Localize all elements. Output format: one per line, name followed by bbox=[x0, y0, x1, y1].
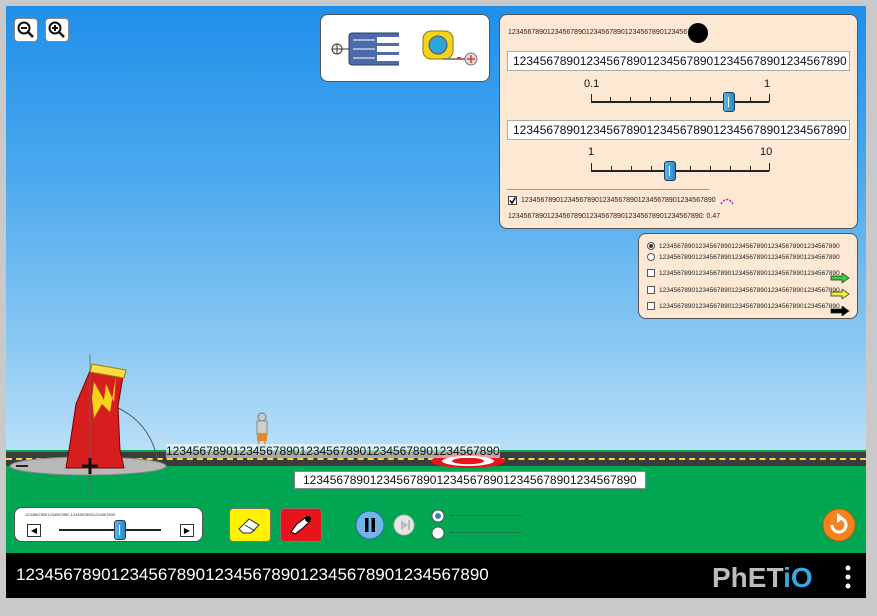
tracer-tool-icon[interactable] bbox=[329, 29, 399, 69]
eraser-button[interactable] bbox=[229, 508, 271, 542]
measuring-tape-icon[interactable] bbox=[421, 27, 481, 69]
zoom-out-button[interactable] bbox=[14, 18, 38, 42]
vector-option-label: 1234567890123456789012345678901234567890… bbox=[659, 269, 840, 277]
toolbox bbox=[320, 14, 490, 82]
phetio-logo[interactable]: PhETiO bbox=[712, 562, 813, 594]
checkbox[interactable] bbox=[647, 302, 655, 310]
navigation-bar: 1234567890123456789012345678901234567890… bbox=[6, 553, 866, 598]
projectile-ball-icon bbox=[688, 23, 708, 43]
range-label: 1234567890123456789012345678901234567890… bbox=[294, 471, 646, 489]
air-resistance-label: 1234567890123456789012345678901234567890… bbox=[521, 197, 716, 204]
fire-button[interactable] bbox=[280, 508, 322, 542]
sim-title: 1234567890123456789012345678901234567890… bbox=[16, 565, 489, 584]
black-arrow-icon bbox=[830, 306, 850, 316]
vector-checkbox-row-velocity[interactable]: 1234567890123456789012345678901234567890… bbox=[647, 269, 840, 277]
vector-option-label: 1234567890123456789012345678901234567890… bbox=[659, 242, 840, 250]
speed-slider-thumb[interactable] bbox=[114, 520, 126, 540]
radio-button[interactable] bbox=[647, 242, 655, 250]
reset-all-button[interactable] bbox=[822, 508, 856, 542]
yellow-arrow-icon bbox=[830, 289, 850, 299]
vector-radio-row-1[interactable]: 1234567890123456789012345678901234567890… bbox=[647, 242, 840, 250]
checkbox-checked-icon[interactable] bbox=[508, 196, 517, 205]
green-arrow-icon bbox=[830, 273, 850, 283]
vectors-panel: 1234567890123456789012345678901234567890… bbox=[638, 233, 858, 319]
cannon-fire-icon bbox=[290, 516, 311, 535]
slider1-thumb[interactable] bbox=[723, 92, 735, 112]
vector-option-label: 1234567890123456789012345678901234567890… bbox=[659, 286, 840, 294]
zoom-out-icon bbox=[17, 21, 34, 38]
slider1-track bbox=[591, 101, 769, 103]
checkbox[interactable] bbox=[647, 286, 655, 294]
vector-checkbox-row-acceleration[interactable]: 1234567890123456789012345678901234567890… bbox=[647, 286, 840, 294]
drag-coefficient-readout: 1234567890123456789012345678901234567890… bbox=[508, 213, 721, 220]
speed-slow-line bbox=[451, 532, 521, 533]
brand-text: PhET bbox=[712, 562, 784, 593]
decrement-button[interactable]: ◀ bbox=[27, 524, 41, 537]
speed-radio-group[interactable] bbox=[430, 508, 446, 542]
vector-checkbox-row-force[interactable]: 1234567890123456789012345678901234567890… bbox=[647, 302, 840, 310]
radio-button[interactable] bbox=[647, 253, 655, 261]
divider bbox=[507, 189, 709, 190]
slider2-track bbox=[591, 170, 769, 172]
air-resistance-icon bbox=[720, 198, 734, 204]
cannon[interactable] bbox=[6, 354, 206, 494]
menu-kebab-icon[interactable] bbox=[844, 565, 852, 589]
checkbox[interactable] bbox=[647, 269, 655, 277]
initial-speed-panel: 12345678901234567890 1234567890123456789… bbox=[14, 507, 203, 542]
projectile-settings-panel: 1234567890123456789012345678901234567890… bbox=[499, 14, 858, 229]
pause-button[interactable] bbox=[355, 510, 385, 540]
sim-screen: 1234567890123456789012345678901234567890… bbox=[6, 6, 866, 598]
mass-dropdown[interactable]: 1234567890123456789012345678901234567890… bbox=[507, 51, 850, 71]
speed-normal-line bbox=[451, 515, 521, 516]
projectile-type-label: 1234567890123456789012345678901234567890… bbox=[508, 29, 703, 36]
vector-option-label: 1234567890123456789012345678901234567890… bbox=[659, 253, 840, 261]
eraser-icon bbox=[238, 518, 260, 534]
slider2-thumb[interactable] bbox=[664, 161, 676, 181]
zoom-in-button[interactable] bbox=[45, 18, 69, 42]
vector-option-label: 1234567890123456789012345678901234567890… bbox=[659, 302, 840, 310]
step-forward-button[interactable] bbox=[393, 514, 415, 536]
slider2-max-label: 10 bbox=[760, 146, 773, 158]
diameter-dropdown[interactable]: 1234567890123456789012345678901234567890… bbox=[507, 120, 850, 140]
speed-slider-track bbox=[59, 529, 161, 531]
vector-radio-row-2[interactable]: 1234567890123456789012345678901234567890… bbox=[647, 253, 840, 261]
slider1-min-label: 0.1 bbox=[584, 78, 600, 90]
brand-suffix: iO bbox=[783, 562, 813, 593]
height-label: 1234567890123456789012345678901234567890… bbox=[166, 444, 500, 458]
slider1-max-label: 1 bbox=[764, 78, 771, 90]
slider2-min-label: 1 bbox=[588, 146, 595, 158]
increment-button[interactable]: ▶ bbox=[180, 524, 194, 537]
zoom-in-icon bbox=[48, 21, 65, 38]
initial-speed-label: 12345678901234567890 1234567890123456789… bbox=[25, 512, 116, 517]
air-resistance-checkbox-row[interactable]: 1234567890123456789012345678901234567890… bbox=[508, 196, 734, 205]
